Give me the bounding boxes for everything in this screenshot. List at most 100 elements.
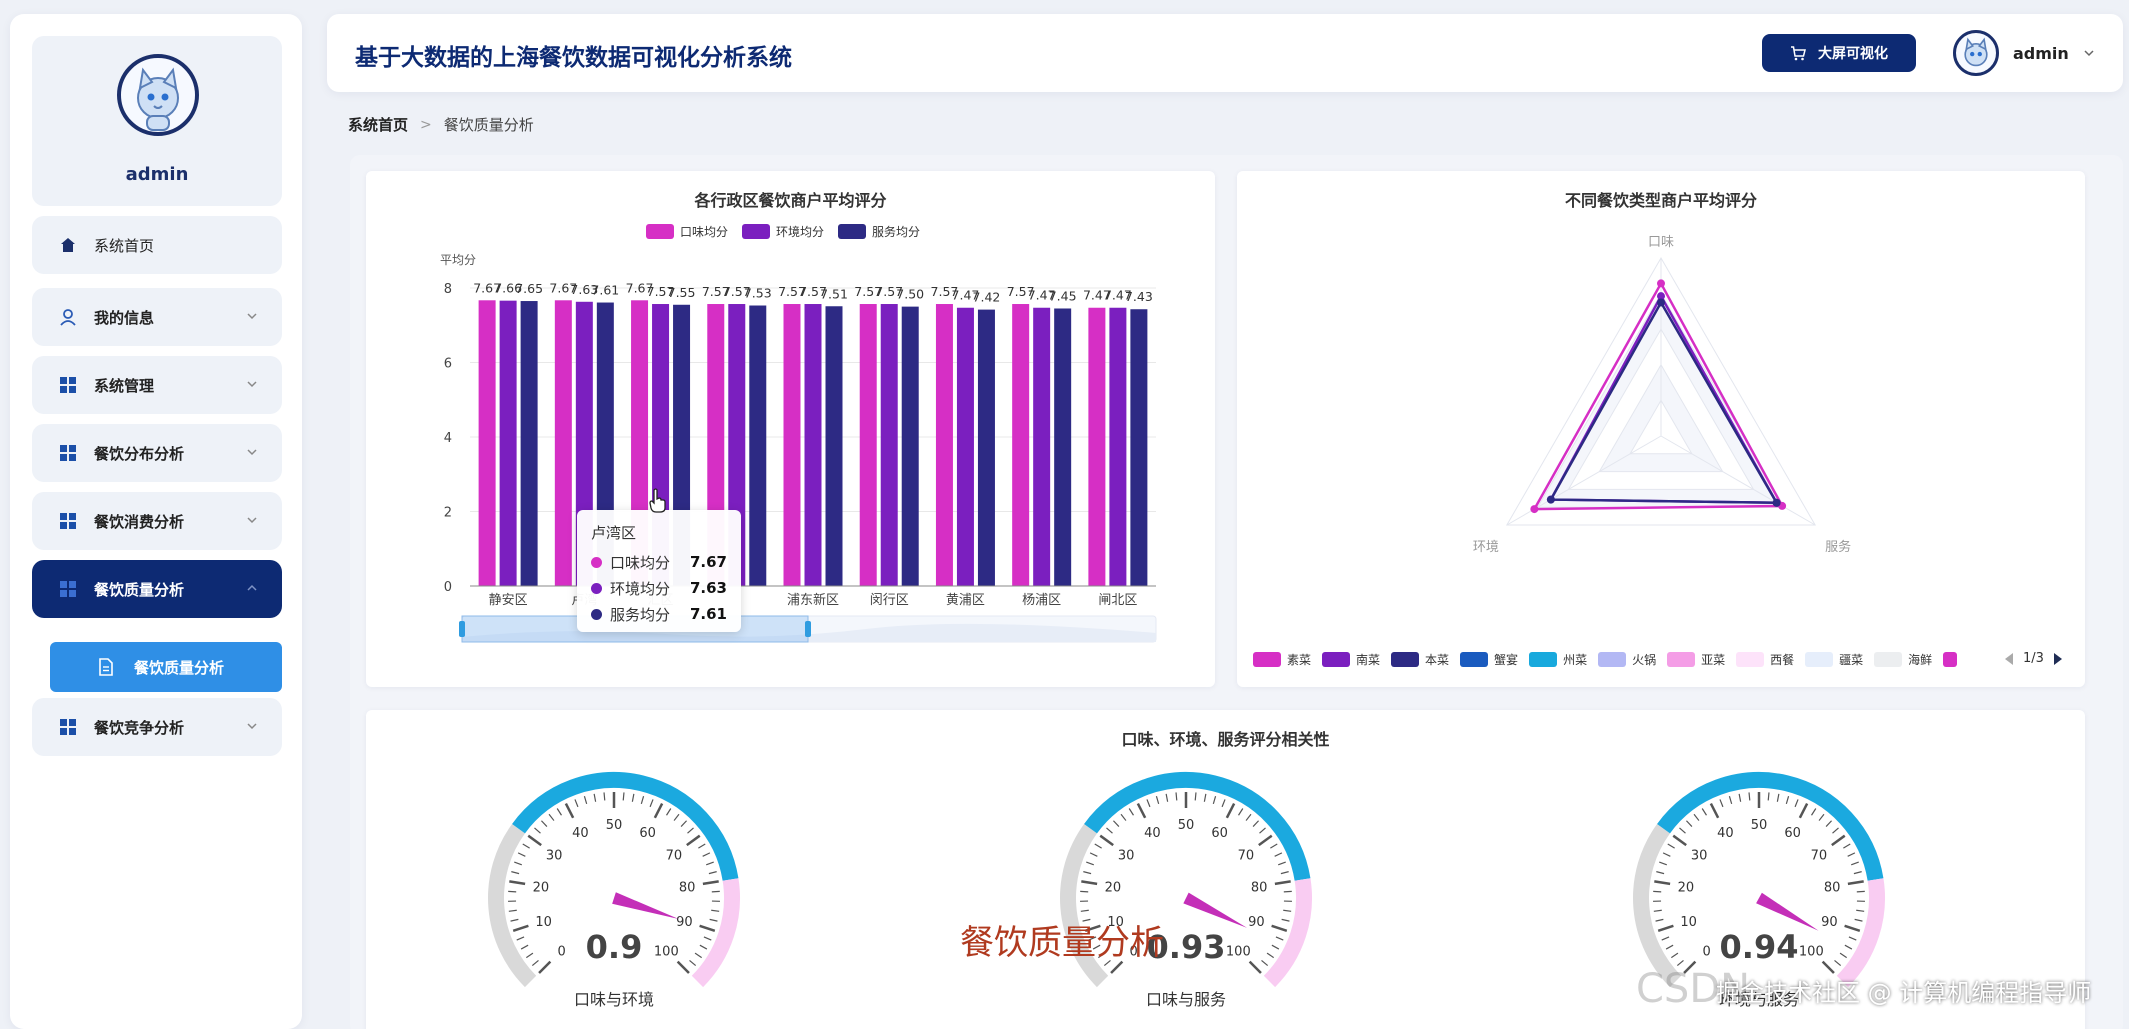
home-icon	[58, 235, 78, 255]
sidebar-item-label: 系统管理	[94, 376, 155, 395]
gauge-tick	[711, 890, 720, 893]
gauge-tick	[702, 852, 711, 857]
sidebar-item-system-admin[interactable]: 系统管理	[32, 356, 282, 414]
gauge-tick-label: 80	[679, 880, 696, 895]
legend-item[interactable]: 州菜	[1529, 651, 1587, 668]
legend-item[interactable]: 海鲜	[1874, 651, 1932, 668]
tooltip-series-name: 服务均分	[610, 605, 671, 624]
bar	[1054, 308, 1072, 586]
gauge-tick-label: 50	[1751, 818, 1768, 833]
bar-chart[interactable]: 平均分02468 7.677.667.65 7.677.637.61 7.677.57…	[366, 171, 1215, 687]
x-tick-label: 静安区	[489, 593, 528, 608]
gauge-tick	[508, 909, 517, 912]
document-icon	[98, 658, 114, 680]
gauge-tick	[708, 871, 717, 875]
bar	[977, 309, 995, 586]
breadcrumb-current: 餐饮质量分析	[443, 116, 534, 134]
sidebar-item-home[interactable]: 系统首页	[32, 216, 282, 274]
gauge-tick	[583, 796, 588, 805]
gauge-tick	[1194, 792, 1197, 801]
gauge-label: 口味与服务	[1146, 990, 1226, 1009]
gauge-tick	[510, 918, 519, 922]
gauge-tick	[1748, 792, 1751, 801]
gauge-tick	[1831, 834, 1846, 847]
gauge-tick	[1136, 802, 1147, 819]
gauge-tick	[527, 834, 542, 847]
gauge-tick	[1283, 909, 1292, 912]
legend-item[interactable]: 西餐	[1736, 651, 1794, 668]
gauge-tick	[1146, 799, 1151, 808]
submenu-item-label: 餐饮质量分析	[134, 658, 225, 677]
gauge-band-mid	[1657, 772, 1884, 881]
bar-value-label: 7.43	[1125, 289, 1153, 304]
gauge-tick	[1080, 890, 1089, 893]
user-menu[interactable]: admin	[1953, 28, 2095, 78]
page-watermark-title: 餐饮质量分析	[960, 923, 1164, 963]
radar-indicator-label: 环境	[1473, 540, 1499, 555]
gauge-tick-label: 100	[1226, 944, 1251, 959]
sidebar-item-label: 餐饮分布分析	[94, 444, 185, 463]
gauge-tick	[1856, 909, 1865, 912]
gauge-tick	[1661, 936, 1670, 941]
sidebar-item-distribution[interactable]: 餐饮分布分析	[32, 424, 282, 482]
legend-item[interactable]: 亚菜	[1667, 651, 1725, 668]
gauge-tick	[1259, 827, 1266, 834]
avatar[interactable]	[117, 54, 199, 136]
tooltip-value: 7.61	[689, 605, 727, 623]
gauge-tick	[689, 960, 697, 967]
sidebar-item-quality[interactable]: 餐饮质量分析	[32, 560, 282, 618]
gauge-tick	[687, 827, 694, 834]
gauge-tick-label: 80	[1251, 880, 1268, 895]
breadcrumb: 系统首页 > 餐饮质量分析	[348, 114, 534, 135]
gauge-tick	[1818, 813, 1825, 821]
legend-label: 火锅	[1632, 653, 1657, 667]
gauge-tick	[1653, 909, 1662, 912]
radar-chart[interactable]: 口味服务 环境	[1237, 171, 2085, 687]
chevron-down-icon	[247, 517, 257, 524]
bigscreen-button[interactable]: 大屏可视化	[1762, 34, 1916, 72]
gauge-tick	[622, 792, 625, 801]
legend-item[interactable]: 火锅	[1598, 651, 1656, 668]
gauge-tick-label: 20	[1678, 880, 1695, 895]
bar	[880, 304, 898, 586]
gauge-tick	[1794, 799, 1799, 808]
chevron-down-icon	[247, 449, 257, 456]
y-tick-label: 4	[444, 431, 452, 446]
hand-cursor-icon	[649, 488, 666, 513]
avatar	[1953, 30, 1999, 76]
next-page-icon[interactable]	[2052, 652, 2064, 666]
legend-label: 亚菜	[1701, 653, 1726, 667]
gauge-tick	[1654, 880, 1671, 886]
sidebar-item-label: 系统首页	[94, 236, 155, 255]
submenu-item-quality-analysis[interactable]: 餐饮质量分析	[50, 642, 282, 692]
gauge-tick	[1738, 793, 1742, 802]
gauge-tick	[556, 808, 562, 816]
sidebar-item-my-info[interactable]: 我的信息	[32, 288, 282, 346]
legend-item[interactable]: 素菜	[1253, 651, 1311, 668]
gauge-tick	[686, 834, 701, 847]
gauge-tick	[1665, 944, 1674, 950]
x-tick-label: 闸北区	[1098, 593, 1137, 608]
sidebar-item-competition[interactable]: 餐饮竞争分析	[32, 698, 282, 756]
legend-label: 南菜	[1356, 653, 1381, 667]
legend-item[interactable]: 蟹宴	[1460, 651, 1518, 668]
sidebar-item-consumption[interactable]: 餐饮消费分析	[32, 492, 282, 550]
breadcrumb-home[interactable]: 系统首页	[348, 114, 408, 135]
x-tick-label: 杨浦区	[1022, 593, 1061, 608]
x-tick-label: 闵行区	[870, 593, 909, 608]
bar-value-label: 7.53	[744, 286, 772, 301]
gauge-tick-label: 40	[1717, 826, 1734, 841]
gauge-tick	[509, 880, 526, 886]
prev-page-icon[interactable]	[2003, 652, 2015, 666]
gauge-tick	[1825, 820, 1832, 827]
gauge-tick-label: 70	[666, 849, 683, 864]
legend-item[interactable]: 本菜	[1391, 651, 1449, 668]
legend-swatch	[1253, 652, 1281, 667]
gauge-tick	[1106, 827, 1113, 834]
legend-item[interactable]: 南菜	[1322, 651, 1380, 668]
gauge-band-low	[488, 823, 537, 988]
gauge-tick	[1848, 936, 1857, 941]
gauge-tick	[1274, 852, 1283, 857]
legend-item[interactable]: 疆菜	[1805, 651, 1863, 668]
gauge-tick	[1767, 792, 1770, 801]
